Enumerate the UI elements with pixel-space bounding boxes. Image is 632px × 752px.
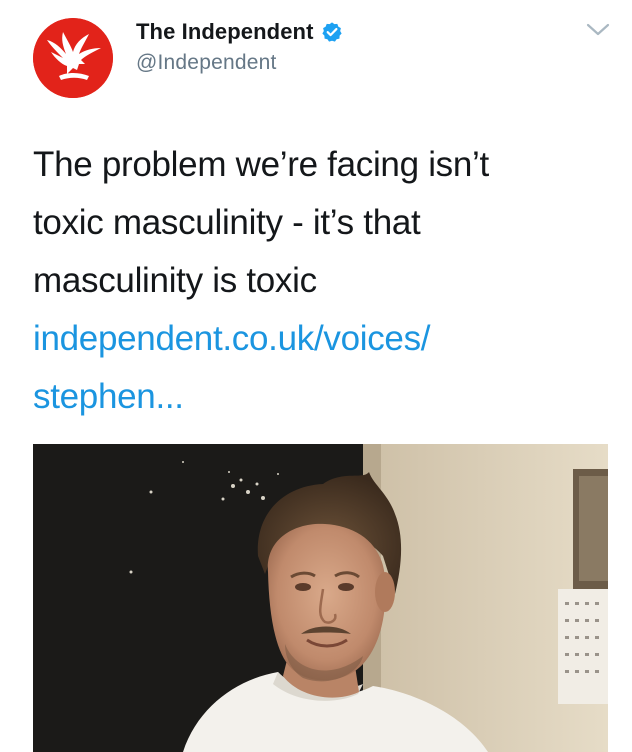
author-names: The Independent @Independent bbox=[136, 16, 343, 75]
verified-badge-icon bbox=[321, 21, 343, 43]
tweet-header: The Independent @Independent bbox=[0, 0, 632, 110]
tweet-link[interactable]: stephen... bbox=[33, 368, 603, 426]
photo-icon bbox=[33, 444, 608, 752]
author-handle[interactable]: @Independent bbox=[136, 51, 343, 75]
tweet-text-line: toxic masculinity - it’s that bbox=[33, 203, 421, 242]
display-name[interactable]: The Independent bbox=[136, 19, 314, 45]
display-name-row: The Independent bbox=[136, 16, 343, 48]
tweet-text-line: masculinity is toxic bbox=[33, 261, 317, 300]
avatar[interactable] bbox=[33, 18, 113, 98]
tweet-text-line: The problem we’re facing isn’t bbox=[33, 145, 489, 184]
tweet-media-photo[interactable] bbox=[33, 444, 608, 752]
tweet-link[interactable]: independent.co.uk/voices/ bbox=[33, 310, 603, 368]
tweet-text: The problem we’re facing isn’t toxic mas… bbox=[33, 136, 603, 426]
chevron-down-icon[interactable] bbox=[586, 22, 610, 38]
eagle-logo-icon bbox=[33, 18, 113, 98]
